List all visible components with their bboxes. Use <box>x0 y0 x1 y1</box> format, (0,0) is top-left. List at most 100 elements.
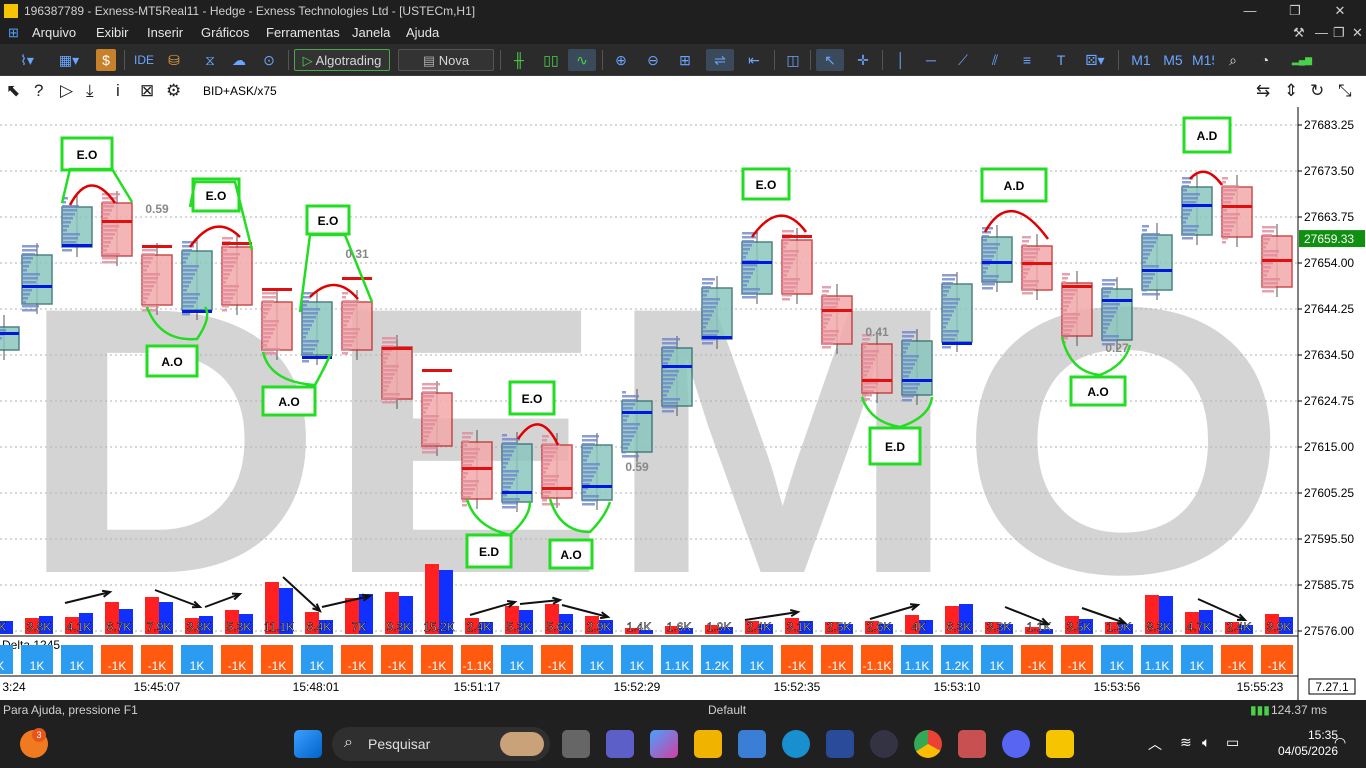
annotation-box: A.D <box>1182 116 1232 154</box>
battery-tray-icon[interactable]: ▭ <box>1226 734 1239 751</box>
task-view-icon[interactable] <box>562 730 590 758</box>
volume-icon[interactable]: 🔈︎ <box>1202 734 1210 751</box>
volume-at-price <box>462 476 466 479</box>
dollar-icon[interactable]: $ <box>96 49 116 71</box>
maximize-button[interactable]: ❐ <box>1275 2 1315 20</box>
volume-at-price <box>622 395 639 398</box>
volume-at-price <box>22 289 32 292</box>
crosshair-icon[interactable]: ✛ <box>852 49 874 71</box>
algotrading-button[interactable]: ▷ Algotrading <box>294 49 390 71</box>
volume-at-price <box>1182 221 1186 224</box>
market-icon[interactable]: ⛁ <box>164 49 184 71</box>
volume-label: 2.6K <box>867 620 892 634</box>
security-app-icon[interactable] <box>870 730 898 758</box>
tools-icon[interactable]: ⚒ <box>1293 25 1305 41</box>
cursor-icon[interactable]: ↖ <box>816 49 844 71</box>
discord-icon[interactable] <box>1002 730 1030 758</box>
screenshot-icon[interactable]: ◫ <box>782 49 804 71</box>
zoom-in-icon[interactable]: ⊕ <box>610 49 632 71</box>
volume-at-price <box>582 499 597 502</box>
settings-icon[interactable]: ⚙ <box>166 81 181 101</box>
swap-icon[interactable]: ⇆ <box>1256 81 1270 101</box>
mt5-icon[interactable] <box>826 730 854 758</box>
volume-at-price <box>1142 261 1146 264</box>
child-restore-button[interactable]: ❐ <box>1333 25 1345 41</box>
annotation-label: E.O <box>522 392 543 406</box>
line-chart-icon[interactable]: ⌇▾ <box>12 49 42 71</box>
exness-icon[interactable] <box>1046 730 1074 758</box>
bar-chart-icon[interactable]: ╫ <box>508 49 530 71</box>
chevron-up-icon[interactable]: ︿ <box>1148 734 1162 754</box>
download-icon[interactable]: ⤓ <box>86 81 94 101</box>
cloud-icon[interactable]: ☁ <box>228 49 250 71</box>
price-chart[interactable]: DEMO E.OA.OE.OA.OE.OA.OE.DE.O A.OE.OE.DA.… <box>0 107 1366 700</box>
menu-graficos[interactable]: Gráficos <box>201 25 249 40</box>
help-icon[interactable]: ? <box>34 81 43 101</box>
start-icon[interactable] <box>294 730 322 758</box>
ide-button[interactable]: IDE <box>132 49 156 71</box>
menu-inserir[interactable]: Inserir <box>147 25 183 40</box>
vps-icon[interactable]: ⊙ <box>258 49 280 71</box>
edge-icon[interactable] <box>782 730 810 758</box>
chart-image-icon[interactable]: ⊠ <box>140 81 154 101</box>
menu-ajuda[interactable]: Ajuda <box>406 25 439 40</box>
channel-icon[interactable]: ⫽ <box>984 49 1006 71</box>
shapes-icon[interactable]: ⚄▾ <box>1080 49 1110 71</box>
autoscroll-icon[interactable]: ⇌ <box>706 49 734 71</box>
volume-at-price <box>222 285 239 288</box>
line-icon[interactable]: ∿ <box>568 49 596 71</box>
new-order-button[interactable]: ▤ Nova Ordem <box>398 49 494 90</box>
chart-shift-icon[interactable]: ⇤ <box>742 49 766 71</box>
volume-at-price <box>542 471 546 474</box>
close-button[interactable]: ✕ <box>1320 2 1360 20</box>
play-outline-icon[interactable]: ▷ <box>60 81 73 101</box>
volume-at-price <box>1022 240 1029 243</box>
volume-at-price <box>222 289 237 292</box>
trendline-icon[interactable]: ⟋ <box>952 49 974 71</box>
candlestick-icon[interactable]: ▯▯ <box>540 49 562 71</box>
menu-exibir[interactable]: Exibir <box>96 25 129 40</box>
zoom-out-icon[interactable]: ⊖ <box>642 49 664 71</box>
file-explorer-icon[interactable] <box>694 730 722 758</box>
store-icon[interactable] <box>738 730 766 758</box>
notification-icon[interactable]: ◔ <box>1254 49 1276 71</box>
wifi-icon[interactable]: ≋ <box>1180 734 1192 751</box>
search-placeholder: Pesquisar <box>368 736 431 752</box>
resize-icon[interactable]: ⤡ <box>1338 81 1352 101</box>
fibonacci-icon[interactable]: ≡ <box>1016 49 1038 71</box>
poc-line <box>142 245 172 248</box>
volume-at-price <box>1062 321 1076 324</box>
search-icon[interactable]: ⌕ <box>1222 49 1244 71</box>
copilot-icon[interactable] <box>650 730 678 758</box>
menu-arquivo[interactable]: Arquivo <box>32 25 76 40</box>
volume-at-price <box>1182 213 1190 216</box>
arrow-select-icon[interactable]: ⬉ <box>6 81 20 101</box>
child-minimize-button[interactable]: — <box>1315 25 1328 40</box>
minimize-button[interactable]: — <box>1230 2 1270 20</box>
refresh-icon[interactable]: ↻ <box>1310 81 1324 101</box>
system-clock[interactable]: 15:35 04/05/2026 <box>1278 727 1338 759</box>
timeframe-m15[interactable]: M15 <box>1192 49 1214 71</box>
chart-window-icon[interactable]: ▦▾ <box>52 49 86 71</box>
text-icon[interactable]: T <box>1050 49 1072 71</box>
poc-line <box>422 369 452 372</box>
timeframe-m5[interactable]: M5 <box>1160 49 1186 71</box>
taskbar-search[interactable]: ⌕ Pesquisar <box>332 727 550 761</box>
teams-icon[interactable] <box>606 730 634 758</box>
vertical-expand-icon[interactable]: ⇕ <box>1284 81 1298 101</box>
child-close-button[interactable]: ✕ <box>1352 25 1363 41</box>
volume-at-price <box>942 310 954 313</box>
signals-icon[interactable]: ⧖ <box>198 49 222 71</box>
chrome-icon[interactable] <box>914 730 942 758</box>
paint-icon[interactable] <box>958 730 986 758</box>
menu-janela[interactable]: Janela <box>352 25 390 40</box>
horizontal-line-icon[interactable]: ─ <box>920 49 942 71</box>
grid-icon[interactable]: ⊞ <box>674 49 696 71</box>
volume-at-price <box>702 302 718 305</box>
vertical-line-icon[interactable]: │ <box>890 49 912 71</box>
info-icon[interactable]: i <box>116 81 120 101</box>
menu-ferramentas[interactable]: Ferramentas <box>266 25 340 40</box>
volume-at-price <box>502 474 517 477</box>
app-menu-icon[interactable]: ⊞ <box>8 25 19 41</box>
timeframe-m1[interactable]: M1 <box>1128 49 1154 71</box>
